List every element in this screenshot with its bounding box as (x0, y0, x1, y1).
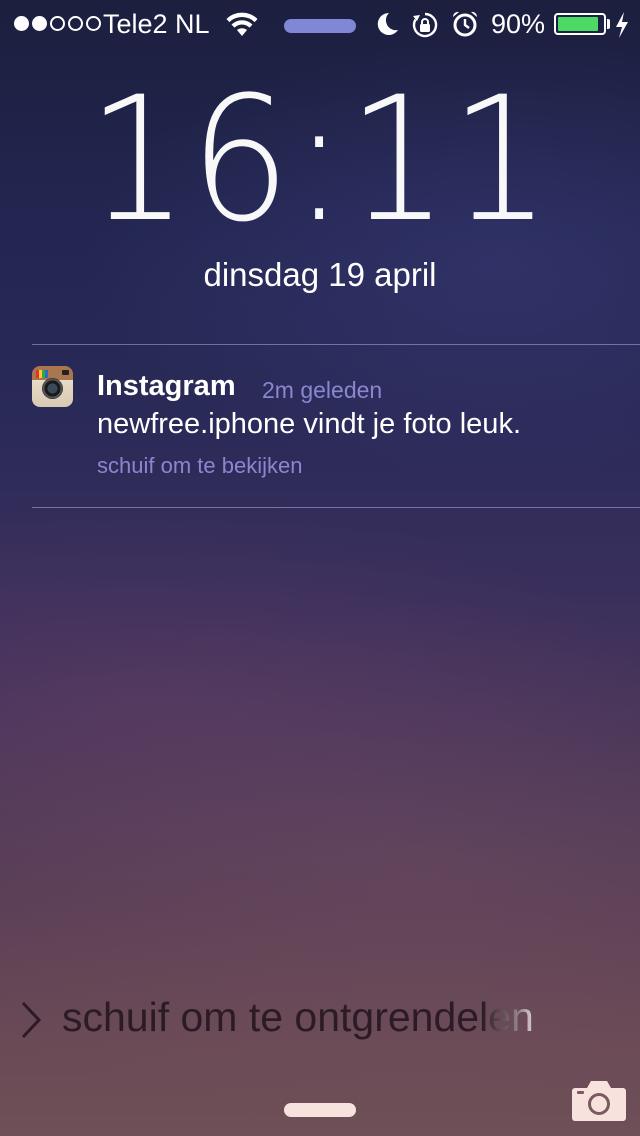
notification-app-name: Instagram (97, 370, 236, 402)
notification-divider-top (32, 344, 640, 345)
signal-dot (14, 16, 29, 31)
notification-action-hint[interactable]: schuif om te bekijken (97, 453, 302, 479)
instagram-icon-flash (62, 370, 69, 375)
chevron-right-icon (21, 1001, 42, 1039)
signal-dot (68, 16, 83, 31)
charging-bolt-icon (616, 12, 628, 38)
instagram-icon-stripes (36, 370, 48, 378)
slide-to-unlock[interactable]: schuif om te ontgrendelen (62, 994, 534, 1041)
battery-tip (607, 19, 610, 29)
moon-icon (377, 12, 398, 35)
alarm-icon (452, 11, 478, 37)
rotation-lock-icon (412, 12, 438, 38)
instagram-icon (32, 366, 73, 407)
home-indicator[interactable] (284, 1103, 356, 1117)
wifi-icon (226, 12, 258, 36)
notification-divider-bottom (32, 507, 640, 508)
status-bar: Tele2 NL 90% (0, 0, 640, 48)
lock-screen-clock: 16:11 (87, 59, 553, 260)
battery-icon (554, 13, 606, 35)
activity-pill (284, 19, 356, 33)
battery-percentage: 90% (491, 9, 546, 39)
signal-strength-dots (14, 16, 101, 31)
instagram-icon-lens (42, 378, 63, 399)
clock-hours: 16 (87, 59, 293, 260)
camera-icon[interactable] (571, 1078, 627, 1122)
notification-time: 2m geleden (262, 377, 383, 403)
signal-dot (50, 16, 65, 31)
battery-fill (558, 17, 598, 31)
signal-dot (32, 16, 47, 31)
clock-minutes: 11 (347, 59, 553, 260)
signal-dot (86, 16, 101, 31)
carrier-name: Tele2 NL (103, 9, 210, 39)
lock-screen-date: dinsdag 19 april (203, 256, 437, 293)
notification-message: newfree.iphone vindt je foto leuk. (97, 408, 521, 440)
